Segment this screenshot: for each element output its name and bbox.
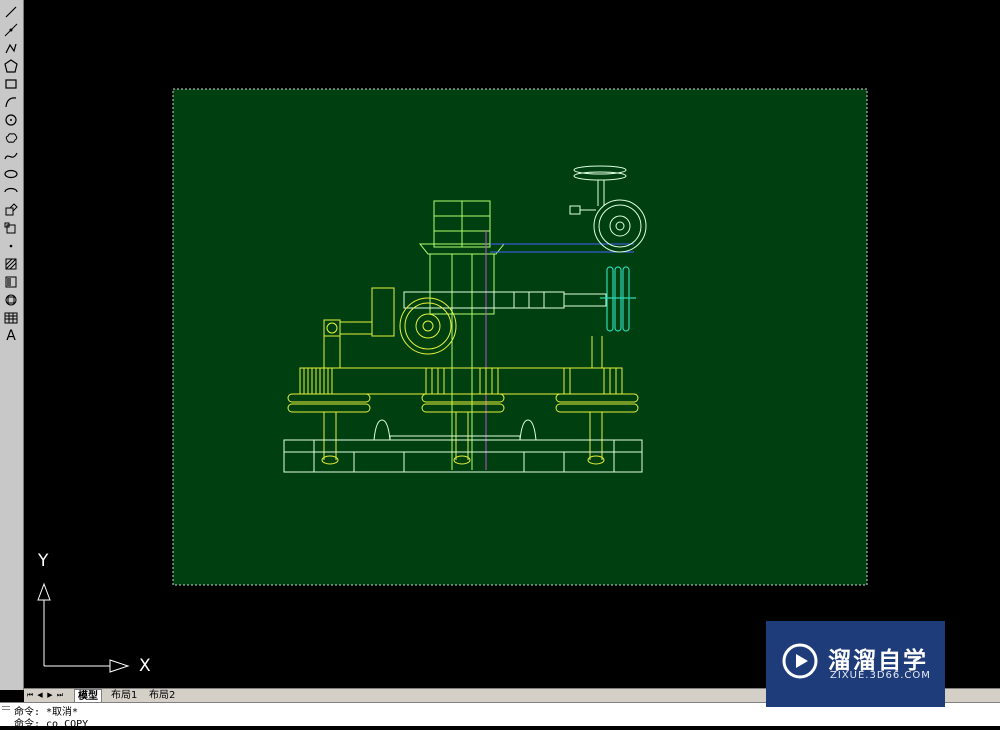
ellipse-tool-icon[interactable] [2, 166, 20, 182]
rectangle-tool-icon[interactable] [2, 76, 20, 92]
revision-cloud-tool-icon[interactable] [2, 130, 20, 146]
line-tool-icon[interactable] [2, 4, 20, 20]
next-tab-icon[interactable]: ▶ [46, 690, 54, 700]
ucs-icon [37, 582, 130, 673]
command-line-grip-icon[interactable] [2, 706, 10, 710]
hatch-tool-icon[interactable] [2, 256, 20, 272]
paper-area [172, 88, 868, 586]
insert-block-tool-icon[interactable] [2, 202, 20, 218]
polyline-tool-icon[interactable] [2, 40, 20, 56]
tab-layout2[interactable]: 布局2 [146, 689, 178, 702]
multiline-text-tool-icon[interactable]: A [2, 328, 20, 344]
play-logo-icon [782, 643, 818, 679]
watermark-url: ZIXUE.3D66.COM [830, 670, 931, 681]
command-history-line-2: 命令: co COPY [14, 719, 89, 730]
last-tab-icon[interactable]: ⏭ [56, 690, 64, 700]
ucs-x-label: X [139, 656, 151, 676]
spline-tool-icon[interactable] [2, 148, 20, 164]
tab-model[interactable]: 模型 [74, 689, 102, 703]
tab-layout1[interactable]: 布局1 [108, 689, 140, 702]
cad-drawing [37, 88, 868, 673]
watermark-logo: 溜溜自学 ZIXUE.3D66.COM [766, 621, 945, 707]
draw-toolbar: A [0, 0, 24, 690]
make-block-tool-icon[interactable] [2, 220, 20, 236]
prev-tab-icon[interactable]: ◀ [36, 690, 44, 700]
first-tab-icon[interactable]: ⏮ [26, 690, 34, 700]
arc-tool-icon[interactable] [2, 94, 20, 110]
table-tool-icon[interactable] [2, 310, 20, 326]
polygon-tool-icon[interactable] [2, 58, 20, 74]
ucs-y-label: Y [38, 551, 49, 571]
gradient-tool-icon[interactable] [2, 274, 20, 290]
ellipse-arc-tool-icon[interactable] [2, 184, 20, 200]
circle-tool-icon[interactable] [2, 112, 20, 128]
region-tool-icon[interactable] [2, 292, 20, 308]
construction-line-tool-icon[interactable] [2, 22, 20, 38]
point-tool-icon[interactable] [2, 238, 20, 254]
drawing-canvas[interactable] [24, 0, 1000, 688]
